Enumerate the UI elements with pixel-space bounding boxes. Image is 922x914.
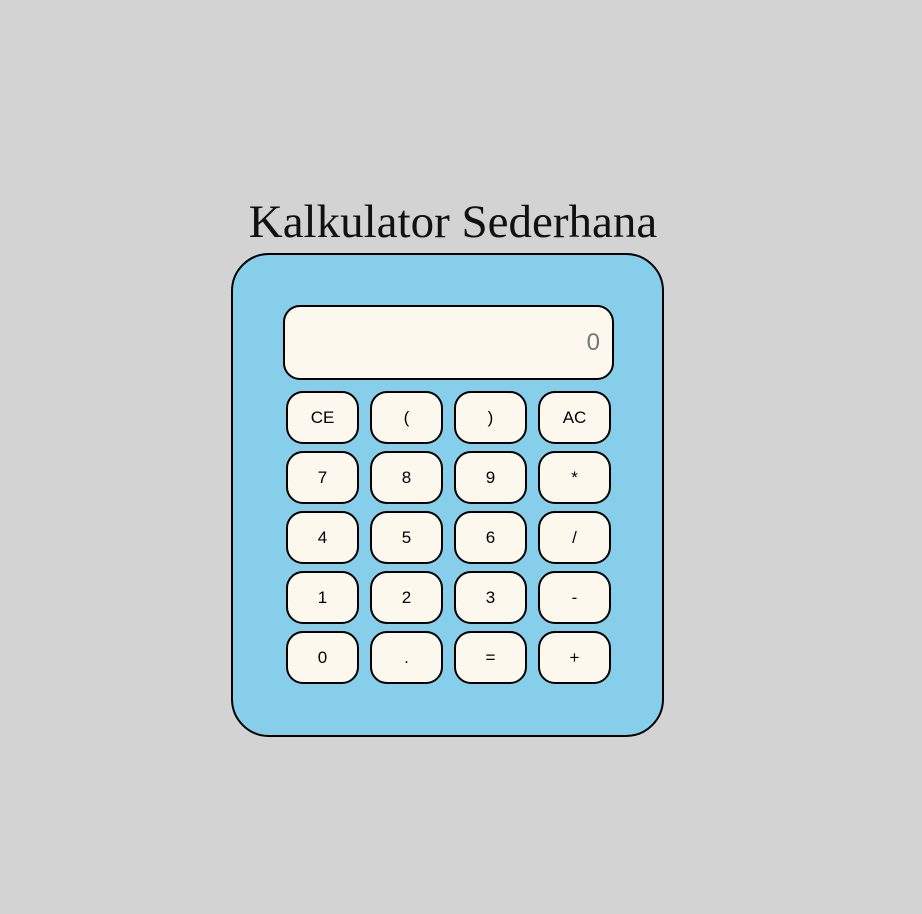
digit-0-button[interactable]: 0 <box>286 631 359 684</box>
decimal-point-button[interactable]: . <box>370 631 443 684</box>
add-button[interactable]: + <box>538 631 611 684</box>
clear-entry-button[interactable]: CE <box>286 391 359 444</box>
digit-9-button[interactable]: 9 <box>454 451 527 504</box>
page-title: Kalkulator Sederhana <box>248 196 658 248</box>
close-paren-button[interactable]: ) <box>454 391 527 444</box>
keypad: CE ( ) AC 7 8 9 * 4 5 6 / 1 2 3 - 0 . = … <box>286 391 612 684</box>
digit-1-button[interactable]: 1 <box>286 571 359 624</box>
open-paren-button[interactable]: ( <box>370 391 443 444</box>
digit-2-button[interactable]: 2 <box>370 571 443 624</box>
all-clear-button[interactable]: AC <box>538 391 611 444</box>
digit-7-button[interactable]: 7 <box>286 451 359 504</box>
digit-8-button[interactable]: 8 <box>370 451 443 504</box>
calculator-display[interactable] <box>283 305 614 380</box>
multiply-button[interactable]: * <box>538 451 611 504</box>
digit-5-button[interactable]: 5 <box>370 511 443 564</box>
digit-6-button[interactable]: 6 <box>454 511 527 564</box>
divide-button[interactable]: / <box>538 511 611 564</box>
subtract-button[interactable]: - <box>538 571 611 624</box>
digit-3-button[interactable]: 3 <box>454 571 527 624</box>
equals-button[interactable]: = <box>454 631 527 684</box>
digit-4-button[interactable]: 4 <box>286 511 359 564</box>
